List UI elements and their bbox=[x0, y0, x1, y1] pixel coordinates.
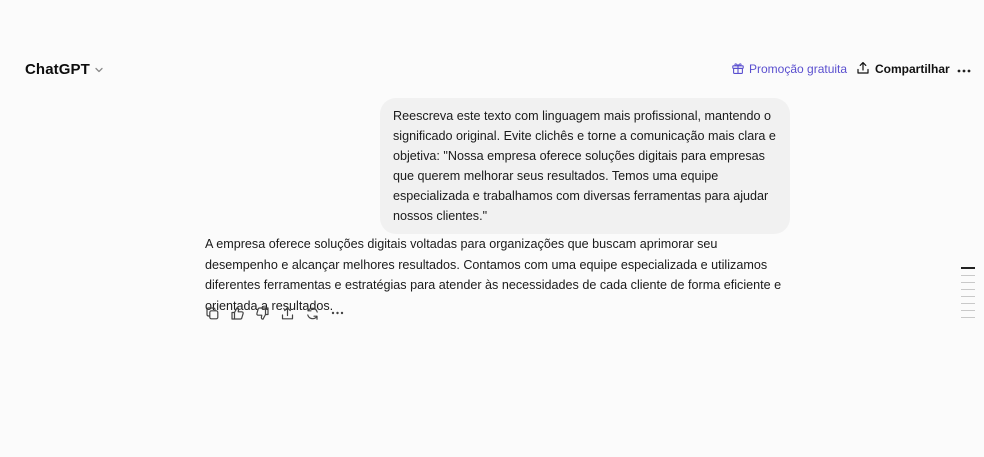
message-actions bbox=[204, 304, 346, 322]
minimap-marker[interactable] bbox=[961, 303, 975, 304]
free-promo-button[interactable]: Promoção gratuita bbox=[731, 56, 847, 82]
thumbs-up-icon bbox=[230, 306, 245, 321]
user-message-bubble: Reescreva este texto com linguagem mais … bbox=[380, 98, 790, 234]
thumbs-down-icon bbox=[255, 306, 270, 321]
minimap-marker[interactable] bbox=[961, 289, 975, 290]
share-label: Compartilhar bbox=[875, 62, 950, 76]
regenerate-button[interactable] bbox=[304, 305, 321, 322]
regenerate-icon bbox=[305, 306, 320, 321]
conversation-minimap[interactable] bbox=[961, 267, 975, 324]
top-bar: ChatGPT Promoção gratuita Compartilhar bbox=[0, 56, 984, 82]
minimap-marker[interactable] bbox=[961, 282, 975, 283]
assistant-message-text: A empresa oferece soluções digitais volt… bbox=[205, 237, 782, 313]
more-horizontal-icon bbox=[331, 311, 344, 315]
share-response-button[interactable] bbox=[279, 305, 296, 322]
copy-button[interactable] bbox=[204, 305, 221, 322]
good-response-button[interactable] bbox=[229, 305, 246, 322]
user-message-text: Reescreva este texto com linguagem mais … bbox=[393, 109, 776, 223]
more-options-button[interactable] bbox=[955, 56, 973, 82]
share-icon bbox=[280, 306, 295, 321]
bad-response-button[interactable] bbox=[254, 305, 271, 322]
chevron-down-icon bbox=[93, 64, 105, 76]
minimap-marker[interactable] bbox=[961, 317, 975, 318]
minimap-marker-active[interactable] bbox=[961, 267, 975, 269]
more-actions-button[interactable] bbox=[329, 305, 346, 322]
share-button[interactable]: Compartilhar bbox=[856, 56, 950, 82]
model-name: ChatGPT bbox=[25, 60, 90, 78]
minimap-marker[interactable] bbox=[961, 296, 975, 297]
promo-label: Promoção gratuita bbox=[749, 62, 848, 76]
minimap-marker[interactable] bbox=[961, 275, 975, 276]
minimap-marker[interactable] bbox=[961, 310, 975, 311]
copy-icon bbox=[205, 306, 220, 321]
chat-page: ChatGPT Promoção gratuita Compartilhar R… bbox=[0, 0, 984, 457]
more-horizontal-icon bbox=[957, 60, 971, 78]
gift-icon bbox=[731, 61, 745, 78]
model-selector[interactable]: ChatGPT bbox=[25, 56, 105, 82]
share-icon bbox=[856, 61, 870, 78]
